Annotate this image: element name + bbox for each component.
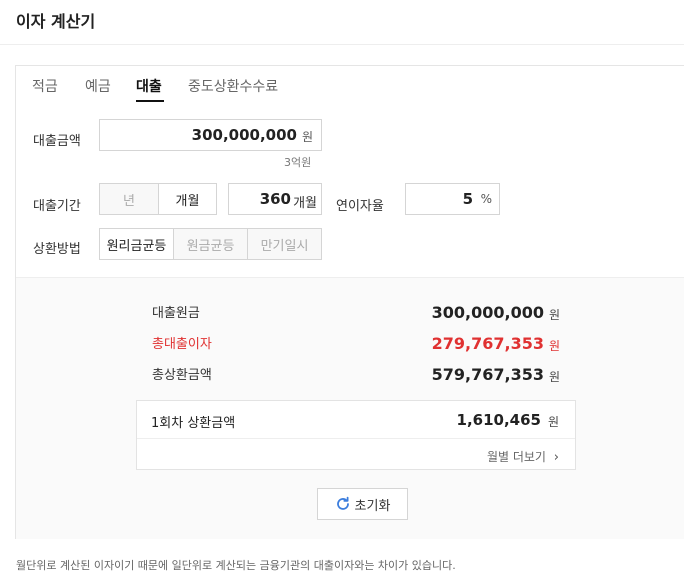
principal-label: 대출원금 [152, 306, 200, 321]
interest-rate-unit: % [480, 192, 492, 206]
loan-amount-label: 대출금액 [33, 134, 81, 149]
loan-period-label: 대출기간 [33, 199, 81, 214]
repayment-method-label: 상환방법 [33, 242, 81, 257]
page-title: 이자 계산기 [16, 12, 96, 31]
loan-amount-input[interactable]: 300,000,000 원 [99, 119, 322, 151]
monthly-payment-unit: 원 [547, 415, 559, 429]
reset-button[interactable]: 초기화 [317, 488, 408, 520]
disclaimer-note: 월단위로 계산된 이자이기 때문에 일단위로 계산되는 금융기관의 대출이자와는… [16, 559, 456, 572]
repayment-option-equal-installment[interactable]: 원리금균등 [99, 228, 174, 260]
total-interest-unit: 원 [549, 339, 561, 353]
period-unit-month-button[interactable]: 개월 [158, 183, 217, 215]
calculator-tabs: 적금 예금 대출 중도상환수수료 [16, 66, 684, 102]
loan-amount-hint: 3억원 [284, 156, 312, 169]
interest-rate-value: 5 [462, 190, 473, 208]
repayment-option-equal-principal[interactable]: 원금균등 [173, 228, 248, 260]
loan-amount-value: 300,000,000 [191, 126, 297, 144]
repayment-option-bullet[interactable]: 만기일시 [247, 228, 322, 260]
results-panel: 대출원금 300,000,000 원 총대출이자 279,767,353 원 총… [16, 277, 684, 539]
tab-prepayment-fee[interactable]: 중도상환수수료 [188, 76, 278, 96]
monthly-details-label: 월별 더보기 [486, 450, 546, 464]
interest-rate-label: 연이자율 [336, 199, 384, 214]
principal-unit: 원 [549, 308, 561, 322]
calculator-panel: 적금 예금 대출 중도상환수수료 대출금액 300,000,000 원 3억원 … [15, 65, 684, 539]
total-repayment-value: 579,767,353 [431, 365, 544, 384]
loan-period-input[interactable]: 360 개월 [228, 183, 322, 215]
monthly-payment-label: 1회차 상환금액 [151, 416, 236, 431]
monthly-payment-box: 1회차 상환금액 1,610,465 원 월별 더보기 › [136, 400, 576, 470]
monthly-details-link[interactable]: 월별 더보기 › [487, 448, 559, 465]
title-divider [0, 44, 684, 45]
tab-loan[interactable]: 대출 [136, 76, 162, 96]
loan-amount-unit: 원 [301, 130, 313, 144]
total-interest-value: 279,767,353 [431, 334, 544, 353]
loan-period-value: 360 [259, 190, 291, 208]
refresh-icon [335, 496, 351, 512]
loan-period-unit: 개월 [293, 196, 317, 211]
tab-deposit[interactable]: 예금 [85, 76, 111, 96]
chevron-right-icon: › [553, 450, 559, 465]
principal-value: 300,000,000 [431, 303, 544, 322]
total-interest-label: 총대출이자 [152, 337, 212, 352]
tab-savings[interactable]: 적금 [32, 76, 58, 96]
period-unit-year-button[interactable]: 년 [99, 183, 159, 215]
interest-rate-input[interactable]: 5 % [405, 183, 500, 215]
active-tab-indicator [136, 100, 164, 102]
monthly-payment-value: 1,610,465 [456, 411, 541, 429]
total-repayment-label: 총상환금액 [152, 368, 212, 383]
monthly-payment-row: 1회차 상환금액 1,610,465 원 [137, 401, 575, 439]
total-repayment-unit: 원 [549, 370, 561, 384]
reset-button-label: 초기화 [354, 498, 391, 514]
